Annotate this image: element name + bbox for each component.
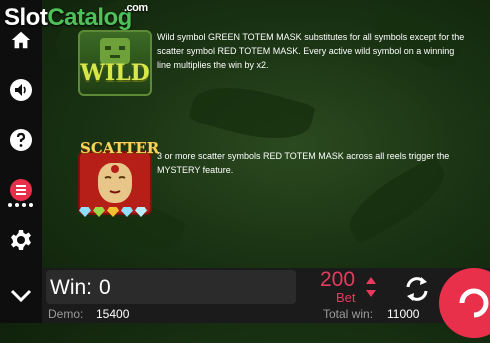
bottom-bar: Win: 0 200 Bet Demo: 15400 Total win: 11… xyxy=(42,268,490,338)
win-label: Win: xyxy=(50,276,92,299)
spin-button[interactable] xyxy=(439,268,490,338)
wild-symbol-label: WILD xyxy=(80,60,150,86)
page-dot xyxy=(15,203,19,207)
question-icon xyxy=(10,129,32,151)
page-dot xyxy=(29,203,33,207)
bet-increase-icon[interactable] xyxy=(366,277,376,284)
bet-decrease-icon[interactable] xyxy=(366,290,376,297)
demo-balance-label: Demo: xyxy=(48,307,84,321)
paytable-button[interactable] xyxy=(3,174,39,206)
gem-row xyxy=(79,207,147,217)
bet-stepper[interactable] xyxy=(364,274,378,300)
autoplay-button[interactable] xyxy=(402,274,432,304)
paytable-icon xyxy=(10,179,32,201)
gem-icon xyxy=(121,207,133,217)
site-logo: SlotCatalog .com xyxy=(4,2,148,32)
spin-icon xyxy=(459,288,489,318)
logo-suffix: .com xyxy=(124,2,148,14)
wild-symbol: WILD xyxy=(78,30,152,96)
page-dot xyxy=(8,203,12,207)
gem-icon xyxy=(107,207,119,217)
logo-text: Slot xyxy=(4,4,48,31)
settings-button[interactable] xyxy=(3,224,39,256)
speaker-icon xyxy=(10,79,32,101)
chevron-down-icon xyxy=(10,289,32,303)
leaf-decoration xyxy=(188,75,316,151)
logo-text-accent: Catalog xyxy=(47,4,132,31)
demo-balance-value: 15400 xyxy=(96,307,130,321)
page-dot xyxy=(22,203,26,207)
sound-button[interactable] xyxy=(3,74,39,106)
total-win-label: Total win: xyxy=(323,307,374,321)
red-totem-mask-icon xyxy=(98,163,132,203)
gear-icon xyxy=(11,230,31,250)
page-dots xyxy=(8,203,33,207)
help-button[interactable] xyxy=(3,124,39,156)
sidebar xyxy=(0,0,42,323)
gem-icon xyxy=(79,207,91,217)
bet-value: 200 xyxy=(320,268,356,291)
total-win-value: 11000 xyxy=(387,307,420,321)
collapse-button[interactable] xyxy=(3,279,39,311)
scatter-description: 3 or more scatter symbols RED TOTEM MASK… xyxy=(157,151,450,175)
wild-description: Wild symbol GREEN TOTEM MASK substitutes… xyxy=(157,32,465,70)
gem-icon xyxy=(93,207,105,217)
scatter-symbol-label: SCATTER xyxy=(80,139,160,157)
home-icon xyxy=(11,31,31,49)
win-display: Win: 0 xyxy=(46,270,296,304)
win-value: 0 xyxy=(99,276,111,299)
gem-icon xyxy=(135,207,147,217)
scatter-symbol: SCATTER xyxy=(78,139,159,215)
bet-label: Bet xyxy=(336,290,356,305)
